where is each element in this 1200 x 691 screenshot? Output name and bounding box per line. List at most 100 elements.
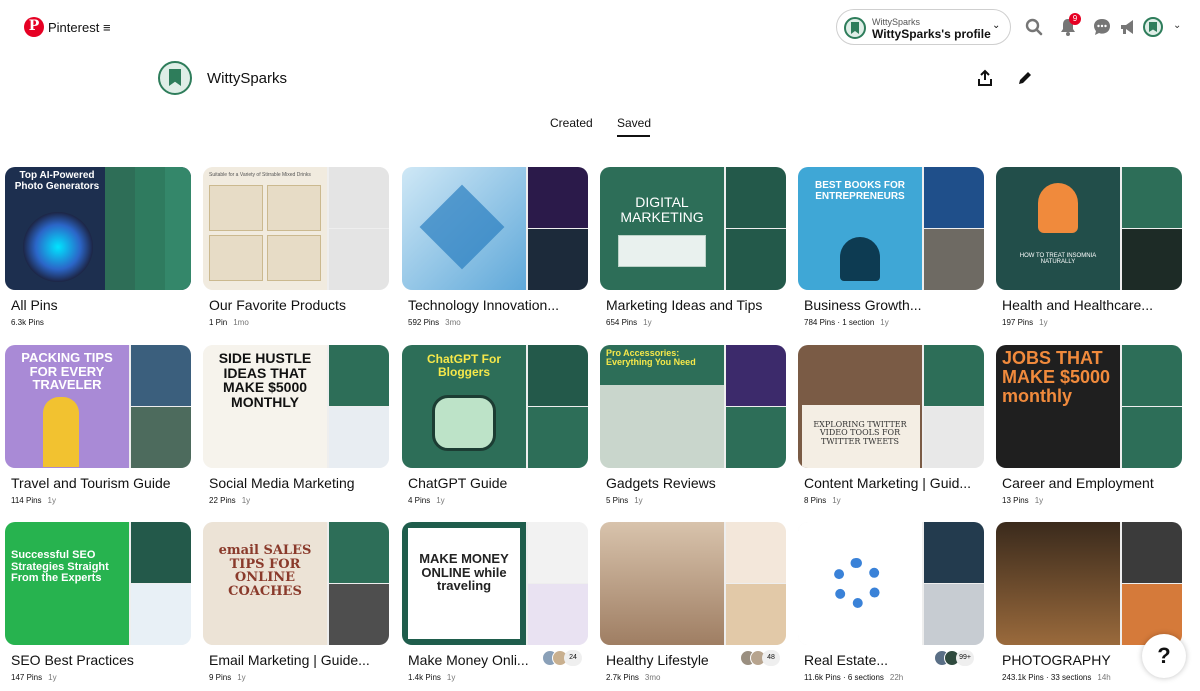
- search-icon[interactable]: [1024, 17, 1044, 37]
- board-title: Gadgets Reviews: [606, 475, 716, 491]
- board-cover-text: ChatGPT For Bloggers: [427, 352, 501, 379]
- board-meta: 6.3k Pins: [11, 318, 50, 327]
- board-cover: email SALES TIPS FOR ONLINE COACHES: [203, 522, 389, 645]
- board-cover-text: Successful SEO Strategies Straight From …: [11, 549, 109, 585]
- pin-count: 654 Pins: [606, 318, 638, 327]
- pin-count: 784 Pins · 1 section: [804, 318, 875, 327]
- board-cover-text: email SALES TIPS FOR ONLINE COACHES: [218, 543, 312, 599]
- board-meta: 114 Pins 1y: [11, 496, 56, 505]
- board-cover-text: PACKING TIPS FOR EVERY TRAVELER: [21, 350, 113, 393]
- board-cover-text: Suitable for a Variety of Stirrable Mixe…: [209, 172, 311, 178]
- board-age: 14h: [1097, 673, 1111, 682]
- board-cover: [798, 522, 984, 645]
- board-card[interactable]: DIGITAL MARKETING Marketing Ideas and Ti…: [600, 167, 786, 327]
- tab-saved[interactable]: Saved: [617, 116, 651, 130]
- user-avatar[interactable]: [1143, 17, 1163, 37]
- board-title: Health and Healthcare...: [1002, 297, 1153, 313]
- messages-icon[interactable]: [1092, 17, 1112, 37]
- pin-count: 13 Pins: [1002, 496, 1029, 505]
- collaborator-count: 48: [762, 650, 780, 666]
- board-meta: 197 Pins 1y: [1002, 318, 1048, 327]
- board-card[interactable]: BEST BOOKS FOR ENTREPRENEURS Business Gr…: [798, 167, 984, 327]
- board-title: Healthy Lifestyle: [606, 652, 709, 668]
- board-cover-text: HOW TO TREAT INSOMNIA NATURALLY: [1019, 253, 1097, 266]
- profile-avatar[interactable]: [158, 61, 192, 95]
- board-age: 3mo: [644, 673, 661, 682]
- board-meta: 1 Pin 1mo: [209, 318, 249, 327]
- tab-created[interactable]: Created: [550, 116, 593, 130]
- board-age: 1y: [436, 496, 445, 505]
- board-title: Social Media Marketing: [209, 475, 355, 491]
- board-title: Make Money Onli...: [408, 652, 529, 668]
- board-title: Real Estate...: [804, 652, 889, 668]
- board-meta: 5 Pins 1y: [606, 496, 643, 505]
- edit-icon[interactable]: [1016, 69, 1034, 87]
- board-cover-text: DIGITAL MARKETING: [620, 194, 704, 225]
- board-cover-text: Pro Accessories: Everything You Need: [606, 348, 696, 368]
- board-title: SEO Best Practices: [11, 652, 134, 668]
- board-card[interactable]: email SALES TIPS FOR ONLINE COACHES Emai…: [203, 522, 389, 682]
- board-card[interactable]: Successful SEO Strategies Straight From …: [5, 522, 191, 682]
- board-title: All Pins: [11, 297, 58, 313]
- board-card[interactable]: HOW TO TREAT INSOMNIA NATURALLY Health a…: [996, 167, 1182, 327]
- chevron-down-icon[interactable]: ⌄: [1173, 20, 1181, 31]
- board-cover: [996, 522, 1182, 645]
- board-card[interactable]: PACKING TIPS FOR EVERY TRAVELER Travel a…: [5, 345, 191, 505]
- account-sub-label: WittySparks: [872, 17, 921, 27]
- board-age: 1y: [47, 496, 56, 505]
- top-bar: Pinterest ≡ WittySparks WittySparks's pr…: [0, 0, 1200, 56]
- board-cover: EXPLORING TWITTER VIDEO TOOLS FOR TWITTE…: [798, 345, 984, 468]
- pin-count: 114 Pins: [11, 496, 42, 505]
- board-meta: 22 Pins 1y: [209, 496, 250, 505]
- board-cover-text: Top AI-Powered Photo Generators: [14, 170, 100, 192]
- board-card[interactable]: Healthy Lifestyle 48 2.7k Pins 3mo: [600, 522, 786, 682]
- board-age: 1y: [1034, 496, 1044, 505]
- pin-count: 2.7k Pins: [606, 673, 639, 682]
- board-meta: 654 Pins 1y: [606, 318, 652, 327]
- board-cover: HOW TO TREAT INSOMNIA NATURALLY: [996, 167, 1182, 290]
- help-button[interactable]: ?: [1142, 634, 1186, 678]
- pin-count: 4 Pins: [408, 496, 431, 505]
- board-age: 3mo: [445, 318, 461, 327]
- board-meta: 4 Pins 1y: [408, 496, 445, 505]
- pinterest-logo[interactable]: [24, 17, 44, 37]
- board-meta: 11.6k Pins · 6 sections 22h: [804, 673, 903, 682]
- board-card[interactable]: Top AI-Powered Photo Generators All Pins…: [5, 167, 191, 327]
- board-cover-text: BEST BOOKS FOR ENTREPRENEURS: [814, 180, 905, 202]
- board-card[interactable]: PHOTOGRAPHY 243.1k Pins · 33 sections 14h: [996, 522, 1182, 682]
- profile-name: WittySparks: [207, 70, 288, 87]
- board-age: 1y: [237, 673, 246, 682]
- board-card[interactable]: Real Estate... 99+ 11.6k Pins · 6 sectio…: [798, 522, 984, 682]
- board-meta: 8 Pins 1y: [804, 496, 841, 505]
- account-switcher[interactable]: WittySparks WittySparks's profile ⌄: [836, 9, 1011, 45]
- pin-count: 1.4k Pins: [408, 673, 441, 682]
- board-age: 1y: [48, 673, 57, 682]
- pin-count: 11.6k Pins · 6 sections: [804, 673, 884, 682]
- board-card[interactable]: SIDE HUSTLE IDEAS THAT MAKE $5000 MONTHL…: [203, 345, 389, 505]
- board-cover: SIDE HUSTLE IDEAS THAT MAKE $5000 MONTHL…: [203, 345, 389, 468]
- board-card[interactable]: MAKE MONEY ONLINE while traveling Make M…: [402, 522, 588, 682]
- board-age: 1y: [643, 318, 652, 327]
- pin-count: 22 Pins: [209, 496, 236, 505]
- megaphone-icon[interactable]: [1118, 17, 1138, 37]
- menu-icon[interactable]: ≡: [103, 20, 111, 35]
- board-cover-text: MAKE MONEY ONLINE while traveling: [419, 551, 509, 594]
- board-cover: Successful SEO Strategies Straight From …: [5, 522, 191, 645]
- board-card[interactable]: EXPLORING TWITTER VIDEO TOOLS FOR TWITTE…: [798, 345, 984, 505]
- board-card[interactable]: Pro Accessories: Everything You Need Gad…: [600, 345, 786, 505]
- board-age: 1y: [880, 318, 889, 327]
- board-cover: JOBS THAT MAKE $5000 monthly: [996, 345, 1182, 468]
- board-card[interactable]: JOBS THAT MAKE $5000 monthly Career and …: [996, 345, 1182, 505]
- board-card[interactable]: ChatGPT For Bloggers ChatGPT Guide 4 Pin…: [402, 345, 588, 505]
- board-cover: DIGITAL MARKETING: [600, 167, 786, 290]
- board-card[interactable]: Suitable for a Variety of Stirrable Mixe…: [203, 167, 389, 327]
- brand-name[interactable]: Pinterest: [48, 20, 99, 35]
- board-age: 22h: [889, 673, 904, 682]
- pin-count: 5 Pins: [606, 496, 629, 505]
- board-meta: 2.7k Pins 3mo: [606, 673, 660, 682]
- board-meta: 243.1k Pins · 33 sections 14h: [1002, 673, 1111, 682]
- board-card[interactable]: Technology Innovation... 592 Pins 3mo: [402, 167, 588, 327]
- board-cover-text: JOBS THAT MAKE $5000 monthly: [1002, 348, 1111, 406]
- share-icon[interactable]: [976, 69, 994, 87]
- board-title: Marketing Ideas and Tips: [606, 297, 763, 313]
